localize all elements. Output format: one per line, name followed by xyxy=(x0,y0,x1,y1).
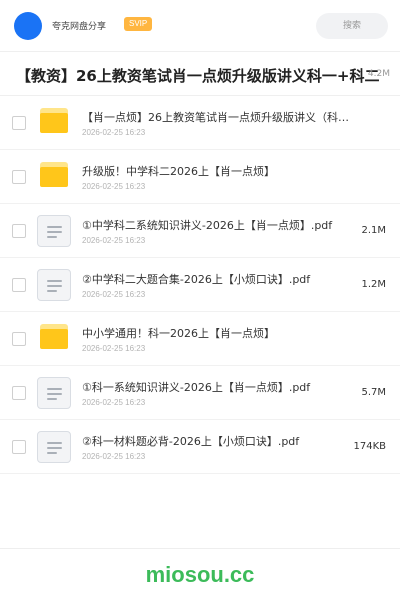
svip-badge: SVIP xyxy=(124,17,153,31)
file-date: 2026-02-25 16:23 xyxy=(82,128,146,137)
file-date: 2026-02-25 16:23 xyxy=(82,290,146,299)
folder-icon xyxy=(40,108,68,133)
document-icon xyxy=(37,215,71,247)
share-title: 【教资】26上教资笔试肖一点烦升级版讲义科一+科二 xyxy=(16,67,380,85)
file-name: ②科一材料题必背-2026上【小烦口诀】.pdf xyxy=(82,435,300,448)
row-checkbox[interactable] xyxy=(12,224,26,238)
document-icon xyxy=(37,431,71,463)
file-date: 2026-02-25 16:23 xyxy=(82,398,146,407)
file-size: 2.1M xyxy=(361,225,386,236)
site-watermark: miosou.cc xyxy=(145,562,255,587)
file-name: ①科一系统知识讲义-2026上【肖一点烦】.pdf xyxy=(82,381,311,394)
file-list: 【肖一点烦】26上教资笔试肖一点烦升级版讲义（科一+科二） 2026-02-25… xyxy=(0,96,400,474)
search-input[interactable]: 搜索 xyxy=(316,13,388,39)
folder-icon xyxy=(40,324,68,349)
file-row[interactable]: ①科一系统知识讲义-2026上【肖一点烦】.pdf 2026-02-25 16:… xyxy=(0,366,400,420)
share-total-size: 4.2M xyxy=(367,69,390,79)
file-row[interactable]: 中小学通用！科一2026上【肖一点烦】 2026-02-25 16:23 xyxy=(0,312,400,366)
folder-icon xyxy=(40,162,68,187)
file-row[interactable]: 升级版！中学科二2026上【肖一点烦】 2026-02-25 16:23 xyxy=(0,150,400,204)
footer-divider xyxy=(0,548,400,549)
file-name: 升级版！中学科二2026上【肖一点烦】 xyxy=(82,165,275,178)
user-name: 夸克网盘分享 xyxy=(52,22,107,32)
file-size: 5.7M xyxy=(361,387,386,398)
row-checkbox[interactable] xyxy=(12,332,26,346)
document-icon xyxy=(37,377,71,409)
file-size: 1.2M xyxy=(361,279,386,290)
file-row[interactable]: ②中学科二大题合集-2026上【小烦口诀】.pdf 2026-02-25 16:… xyxy=(0,258,400,312)
share-title-bar: 【教资】26上教资笔试肖一点烦升级版讲义科一+科二 4.2M xyxy=(0,52,400,96)
file-size: 174KB xyxy=(353,441,386,452)
file-date: 2026-02-25 16:23 xyxy=(82,182,146,191)
file-name: 【肖一点烦】26上教资笔试肖一点烦升级版讲义（科一+科二） xyxy=(82,111,358,124)
file-date: 2026-02-25 16:23 xyxy=(82,452,146,461)
file-date: 2026-02-25 16:23 xyxy=(82,344,146,353)
file-row[interactable]: 【肖一点烦】26上教资笔试肖一点烦升级版讲义（科一+科二） 2026-02-25… xyxy=(0,96,400,150)
file-name: ①中学科二系统知识讲义-2026上【肖一点烦】.pdf xyxy=(82,219,333,232)
file-name: ②中学科二大题合集-2026上【小烦口诀】.pdf xyxy=(82,273,311,286)
row-checkbox[interactable] xyxy=(12,170,26,184)
row-checkbox[interactable] xyxy=(12,386,26,400)
row-checkbox[interactable] xyxy=(12,116,26,130)
row-checkbox[interactable] xyxy=(12,278,26,292)
file-name: 中小学通用！科一2026上【肖一点烦】 xyxy=(82,327,275,340)
file-row[interactable]: ①中学科二系统知识讲义-2026上【肖一点烦】.pdf 2026-02-25 1… xyxy=(0,204,400,258)
file-date: 2026-02-25 16:23 xyxy=(82,236,146,245)
avatar[interactable] xyxy=(14,12,42,40)
document-icon xyxy=(37,269,71,301)
file-row[interactable]: ②科一材料题必背-2026上【小烦口诀】.pdf 2026-02-25 16:2… xyxy=(0,420,400,474)
app-header: 夸克网盘分享 SVIP 搜索 xyxy=(0,0,400,52)
row-checkbox[interactable] xyxy=(12,440,26,454)
